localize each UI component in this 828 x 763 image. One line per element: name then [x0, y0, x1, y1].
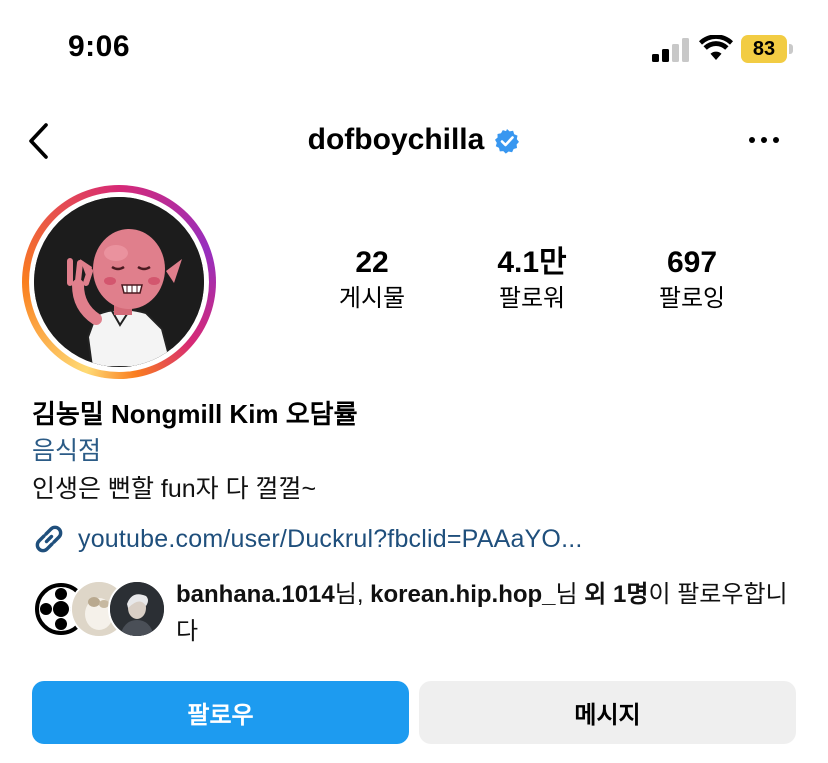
more-horizontal-icon[interactable] [744, 128, 784, 152]
profile-avatar [34, 197, 204, 367]
message-button[interactable]: 메시지 [419, 681, 796, 744]
profile-link[interactable]: youtube.com/user/Duckrul?fbclid=PAAaYO..… [32, 522, 583, 556]
following-count-value: 697 [666, 246, 718, 279]
followed-by-suffix-2: 님 [555, 581, 585, 608]
status-time: 9:06 [68, 30, 131, 63]
status-bar: 9:06 83 [0, 0, 828, 100]
username: dofboychilla [307, 123, 485, 156]
followers-count-value: 4.1만 [497, 246, 567, 279]
display-name: 김농밀 Nongmill Kim 오담률 [32, 399, 358, 429]
signal-icon [652, 38, 690, 62]
posts-count[interactable]: 22 게시물 [302, 244, 442, 316]
mutual-follower-1[interactable]: banhana.1014 [176, 581, 335, 608]
category-label: 음식점 [32, 437, 102, 465]
followers-count[interactable]: 4.1만 팔로워 [462, 244, 602, 316]
profile-title: dofboychilla [0, 118, 828, 162]
mutual-followers-others[interactable]: 외 1명 [584, 581, 648, 608]
followers-count-label: 팔로워 [498, 285, 566, 312]
story-ring[interactable] [22, 185, 216, 379]
mutual-follower-2[interactable]: korean.hip.hop_ [370, 581, 555, 608]
wifi-icon [699, 35, 733, 60]
posts-count-label: 게시물 [338, 285, 406, 312]
follow-button[interactable]: 팔로우 [32, 681, 409, 744]
followed-by-text[interactable]: banhana.1014님, korean.hip.hop_님 외 1명이 팔로… [176, 576, 796, 650]
link-text[interactable]: youtube.com/user/Duckrul?fbclid=PAAaYO..… [78, 525, 583, 554]
verified-badge-icon [495, 129, 520, 154]
posts-count-value: 22 [355, 246, 389, 279]
mutual-followers-avatars[interactable] [32, 580, 166, 640]
mutual-avatar-3 [108, 580, 166, 638]
battery-icon: 83 [741, 35, 793, 63]
followed-by-suffix-1: 님, [334, 581, 371, 608]
battery-level: 83 [752, 37, 776, 60]
link-icon [35, 525, 63, 553]
following-count-label: 팔로잉 [658, 285, 726, 312]
bio-text: 인생은 뻔할 fun자 다 껄껄~ [32, 475, 317, 503]
following-count[interactable]: 697 팔로잉 [622, 244, 762, 316]
